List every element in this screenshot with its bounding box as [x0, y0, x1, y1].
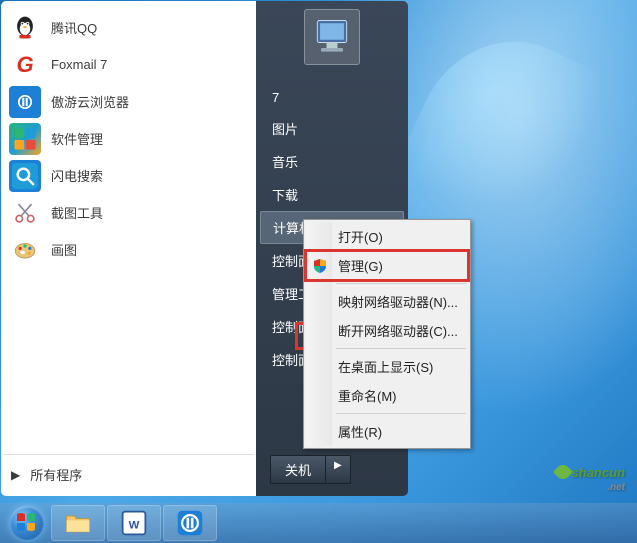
- ctx-properties[interactable]: 属性(R): [306, 417, 468, 446]
- foxmail-icon: G: [9, 49, 41, 81]
- ctx-separator: [336, 413, 466, 414]
- prog-snipping[interactable]: 截图工具: [3, 194, 254, 231]
- prog-label: 软件管理: [51, 129, 103, 148]
- ctx-rename[interactable]: 重命名(M): [306, 381, 468, 410]
- right-item-downloads[interactable]: 下载: [256, 178, 408, 211]
- ctx-manage[interactable]: 管理(G): [306, 251, 468, 280]
- prog-paint[interactable]: 画图: [3, 231, 254, 268]
- leaf-icon: [553, 462, 573, 482]
- qq-icon: [9, 12, 41, 44]
- maxthon-icon: [176, 509, 204, 537]
- pinned-programs-list: 腾讯QQ G Foxmail 7 傲游云浏览器 软件管理: [3, 9, 254, 454]
- shutdown-button[interactable]: 关机: [270, 455, 326, 484]
- user-picture-frame[interactable]: [304, 9, 360, 65]
- prog-flash-search[interactable]: 闪电搜索: [3, 157, 254, 194]
- computer-icon: [310, 15, 354, 59]
- prog-label: Foxmail 7: [51, 57, 107, 72]
- prog-label: 画图: [51, 240, 77, 259]
- ctx-separator: [336, 348, 466, 349]
- ctx-open[interactable]: 打开(O): [306, 222, 468, 251]
- prog-maxthon[interactable]: 傲游云浏览器: [3, 83, 254, 120]
- ctx-show-desktop[interactable]: 在桌面上显示(S): [306, 352, 468, 381]
- software-mgr-icon: [9, 123, 41, 155]
- svg-text:W: W: [129, 519, 140, 531]
- prog-label: 傲游云浏览器: [51, 92, 129, 111]
- arrow-right-icon: ▶: [11, 468, 20, 482]
- word-icon: W: [120, 509, 148, 537]
- prog-label: 腾讯QQ: [51, 18, 97, 37]
- prog-label: 闪电搜索: [51, 166, 103, 185]
- paint-icon: [9, 234, 41, 266]
- all-programs-label: 所有程序: [30, 465, 82, 484]
- context-menu: 打开(O) 管理(G) 映射网络驱动器(N)... 断开网络驱动器(C)... …: [303, 219, 471, 449]
- taskbar-explorer[interactable]: [51, 505, 105, 541]
- right-item-pictures[interactable]: 图片: [256, 112, 408, 145]
- windows-logo-icon: [10, 506, 44, 540]
- maxthon-icon: [9, 86, 41, 118]
- watermark: shancun .net: [556, 461, 625, 493]
- snipping-icon: [9, 197, 41, 229]
- taskbar-word[interactable]: W: [107, 505, 161, 541]
- prog-software-mgr[interactable]: 软件管理: [3, 120, 254, 157]
- start-button[interactable]: [4, 505, 50, 541]
- search-app-icon: [9, 160, 41, 192]
- shutdown-group: 关机 ▶: [270, 455, 351, 484]
- ctx-disconnect-drive[interactable]: 断开网络驱动器(C)...: [306, 316, 468, 345]
- prog-qq[interactable]: 腾讯QQ: [3, 9, 254, 46]
- shutdown-options-button[interactable]: ▶: [326, 455, 351, 484]
- ctx-map-drive[interactable]: 映射网络驱动器(N)...: [306, 287, 468, 316]
- prog-foxmail[interactable]: G Foxmail 7: [3, 46, 254, 83]
- right-item-user[interactable]: 7: [256, 83, 408, 112]
- taskbar: W: [0, 503, 637, 543]
- folder-icon: [64, 509, 92, 537]
- taskbar-maxthon[interactable]: [163, 505, 217, 541]
- all-programs-button[interactable]: ▶ 所有程序: [3, 454, 254, 494]
- start-menu-left-panel: 腾讯QQ G Foxmail 7 傲游云浏览器 软件管理: [1, 1, 256, 496]
- right-item-music[interactable]: 音乐: [256, 145, 408, 178]
- ctx-separator: [336, 283, 466, 284]
- prog-label: 截图工具: [51, 203, 103, 222]
- uac-shield-icon: [312, 258, 328, 274]
